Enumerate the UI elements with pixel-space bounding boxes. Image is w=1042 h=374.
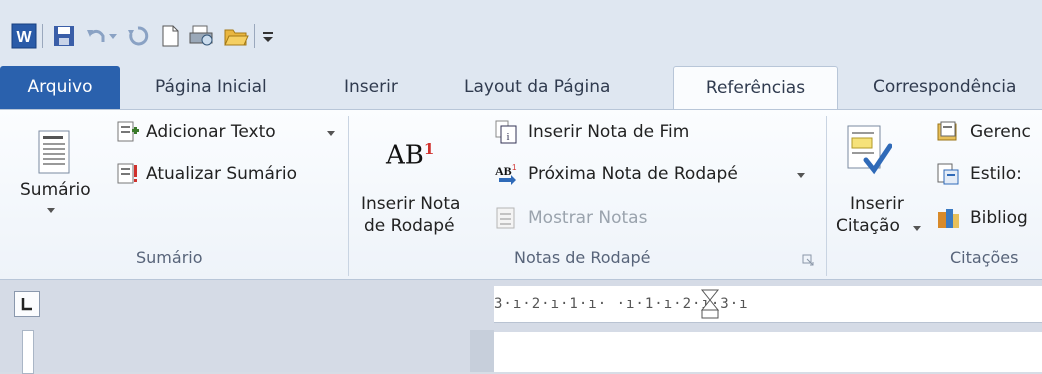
gerenciar-fontes-label: Gerenc (970, 122, 1031, 142)
left-tab-icon (21, 298, 32, 311)
proxima-nota-de-rodape-button[interactable]: AB 1 Próxima Nota de Rodapé (494, 162, 810, 188)
chevron-down-icon (913, 226, 921, 231)
toolbar-divider (42, 24, 43, 48)
open-folder-icon[interactable] (222, 22, 250, 50)
word-app-icon[interactable]: W (10, 22, 38, 50)
inserir-nota-label-line2: de Rodapé (364, 216, 455, 236)
inserir-citacao-button[interactable]: Inserir Citação (830, 118, 926, 242)
tab-arquivo[interactable]: Arquivo (0, 66, 120, 109)
style-icon (937, 163, 959, 185)
bibliografia-label: Bibliog (970, 208, 1028, 228)
svg-text:W: W (16, 29, 32, 46)
tab-referencias[interactable]: Referências (673, 66, 838, 110)
vertical-ruler (22, 330, 34, 374)
undo-dropdown-icon[interactable] (104, 22, 122, 50)
ribbon-tab-bar: Arquivo Página Inicial Inserir Layout da… (0, 66, 1042, 110)
svg-text:AB: AB (495, 164, 512, 178)
manage-sources-icon (937, 121, 957, 141)
insert-citation-icon (847, 125, 892, 175)
sumario-label: Sumário (20, 180, 91, 200)
ribbon-panel: Sumário Adicionar Texto Atualizar Sumári… (0, 109, 1042, 280)
mostrar-notas-button[interactable]: Mostrar Notas (494, 206, 694, 232)
notas-de-rodape-group-label: Notas de Rodapé (514, 248, 651, 267)
svg-text:1: 1 (512, 163, 517, 172)
next-footnote-icon: AB 1 (495, 163, 517, 185)
inserir-nota-de-fim-label: Inserir Nota de Fim (528, 122, 690, 142)
horizontal-ruler[interactable]: 3·ı·2·ı·1·ı· ·ı·1·ı·2·ı·3·ı (494, 286, 1042, 323)
footnote-icon-text: AB (386, 140, 424, 171)
bibliography-icon (938, 209, 959, 228)
table-of-contents-icon (38, 130, 70, 174)
print-preview-icon[interactable] (188, 22, 216, 50)
new-document-icon[interactable] (156, 22, 184, 50)
atualizar-sumario-button[interactable]: Atualizar Sumário (116, 162, 336, 188)
group-separator (826, 116, 827, 276)
chevron-down-icon (327, 131, 335, 136)
atualizar-sumario-label: Atualizar Sumário (146, 164, 298, 184)
group-separator (348, 116, 349, 276)
inserir-citacao-label-line2: Citação (836, 216, 900, 236)
tab-layout-da-pagina[interactable]: Layout da Página (464, 66, 610, 109)
dialog-launcher-icon[interactable] (802, 254, 814, 266)
estilo-label: Estilo: (970, 164, 1022, 184)
customize-toolbar-icon[interactable] (258, 22, 278, 50)
show-notes-icon (496, 207, 515, 229)
adicionar-texto-label: Adicionar Texto (146, 122, 276, 142)
tab-inserir[interactable]: Inserir (344, 66, 398, 109)
adicionar-texto-button[interactable]: Adicionar Texto (116, 120, 338, 146)
page-shadow (470, 330, 494, 372)
chevron-down-icon (797, 173, 805, 178)
update-table-icon (117, 163, 137, 184)
tab-correspondencia[interactable]: Correspondência (873, 66, 1016, 109)
inserir-nota-de-fim-button[interactable]: i Inserir Nota de Fim (494, 120, 734, 146)
add-text-icon (117, 121, 139, 142)
indent-marker-icon[interactable] (700, 288, 720, 320)
toolbar-divider (254, 24, 255, 48)
citacoes-group-label: Citações (950, 248, 1019, 267)
document-page[interactable] (494, 332, 1042, 372)
inserir-nota-label-line1: Inserir Nota (361, 194, 461, 214)
sumario-group-label: Sumário (136, 248, 203, 267)
mostrar-notas-label: Mostrar Notas (528, 208, 648, 228)
footnote-icon-superscript: 1 (423, 140, 435, 158)
redo-icon[interactable] (124, 22, 152, 50)
inserir-citacao-label-line1: Inserir (850, 194, 904, 214)
svg-text:i: i (506, 131, 509, 143)
tab-selector[interactable] (14, 291, 40, 317)
save-icon[interactable] (50, 22, 78, 50)
quick-access-toolbar: W (0, 0, 1042, 66)
gerenciar-fontes-button[interactable]: Gerenc (936, 120, 1042, 146)
sumario-button[interactable]: Sumário (12, 118, 92, 234)
inserir-nota-de-rodape-button[interactable]: AB1 Inserir Nota de Rodapé (356, 118, 480, 242)
bibliografia-button[interactable]: Bibliog (936, 206, 1042, 232)
chevron-down-icon (47, 208, 55, 213)
proxima-nota-de-rodape-label: Próxima Nota de Rodapé (528, 164, 738, 184)
footnote-icon: AB1 (386, 140, 434, 171)
estilo-selector[interactable]: Estilo: (936, 162, 1042, 188)
tab-pagina-inicial[interactable]: Página Inicial (155, 66, 267, 109)
endnote-icon: i (495, 120, 517, 144)
